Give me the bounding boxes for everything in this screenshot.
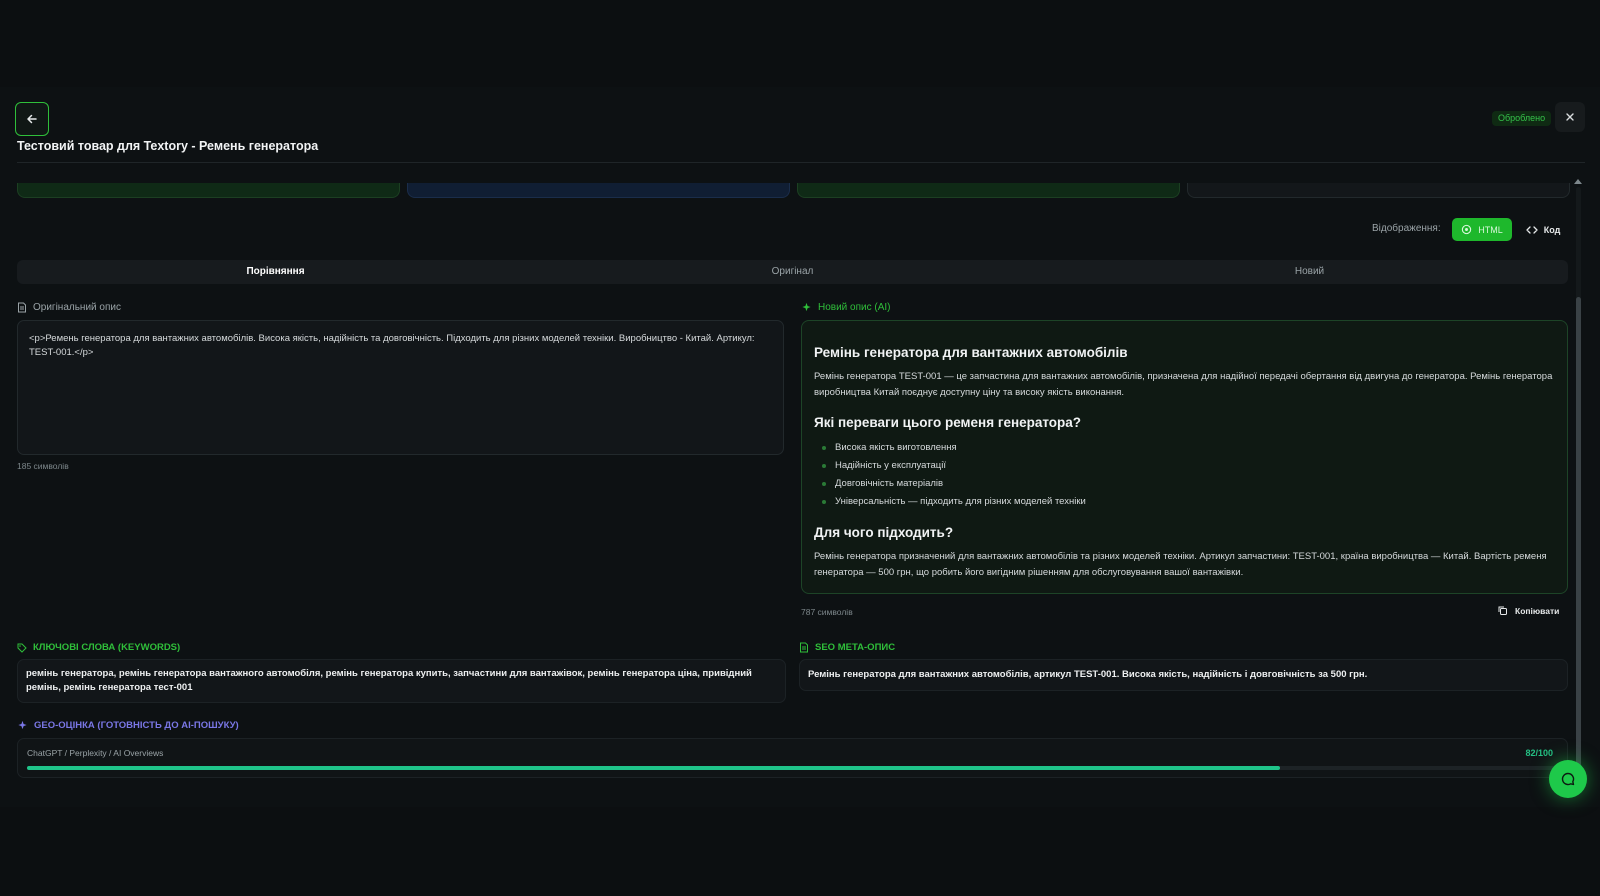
sparkles-icon — [18, 720, 27, 730]
original-description-box: <p>Ремень генератора для вантажних автом… — [17, 320, 784, 455]
code-view-label: Код — [1543, 224, 1561, 235]
stat-card-1 — [17, 183, 400, 198]
geo-progress-fill — [27, 766, 1280, 770]
original-label-text: Оригінальний опис — [33, 302, 121, 313]
close-button[interactable] — [1555, 102, 1585, 132]
scrollbar[interactable] — [1576, 187, 1581, 792]
keywords-section-label: КЛЮЧОВІ СЛОВА (KEYWORDS) — [17, 642, 180, 653]
list-item: Надійність у експлуатації — [822, 457, 1555, 475]
arrow-left-icon — [27, 114, 37, 124]
page-title: Тестовий товар для Textory - Ремень гене… — [17, 139, 319, 153]
new-heading-2: Які переваги цього ременя генератора? — [814, 415, 1082, 430]
copy-button[interactable]: Копіювати — [1497, 605, 1559, 616]
geo-label-text: GEO-ОЦІНКА (ГОТОВНІСТЬ ДО AI-ПОШУКУ) — [34, 720, 239, 731]
code-view-button[interactable]: Код — [1518, 218, 1568, 241]
scrollbar-thumb[interactable] — [1576, 297, 1581, 792]
close-icon — [1566, 113, 1574, 121]
seo-label-text: SEO МЕТА-ОПИС — [815, 642, 896, 653]
document-icon — [18, 302, 26, 313]
document-icon — [800, 642, 808, 653]
code-icon — [1526, 225, 1538, 234]
sparkles-icon — [802, 302, 811, 312]
tab-new[interactable]: Новий — [1051, 260, 1568, 284]
new-description-box: Ремінь генератора для вантажних автомобі… — [801, 320, 1568, 594]
tab-comparison[interactable]: Порівняння — [17, 260, 534, 284]
copy-icon — [1498, 606, 1507, 615]
stat-card-3 — [797, 183, 1180, 198]
new-paragraph-1: Ремінь генератора TEST-001 — це запчасти… — [814, 371, 1553, 398]
new-char-count: 787 символів — [801, 607, 853, 617]
original-section-label: Оригінальний опис — [17, 302, 121, 313]
new-heading-3: Для чого підходить? — [814, 525, 954, 540]
seo-section-label: SEO МЕТА-ОПИС — [799, 642, 895, 653]
chat-icon — [1561, 772, 1575, 786]
product-modal: Тестовий товар для Textory - Ремень гене… — [0, 87, 1600, 807]
keywords-box: ремінь генератора, ремінь генератора ван… — [17, 659, 786, 703]
seo-meta-box: Ремінь генератора для вантажних автомобі… — [799, 659, 1568, 691]
stat-card-4 — [1187, 183, 1570, 198]
new-heading-1: Ремінь генератора для вантажних автомобі… — [814, 345, 1128, 360]
geo-sources: ChatGPT / Perplexity / AI Overviews — [27, 748, 164, 758]
keywords-label-text: КЛЮЧОВІ СЛОВА (KEYWORDS) — [33, 642, 181, 653]
geo-section-label: GEO-ОЦІНКА (ГОТОВНІСТЬ ДО AI-ПОШУКУ) — [17, 720, 239, 731]
geo-score-text: 82/100 — [1525, 748, 1553, 758]
copy-label: Копіювати — [1515, 605, 1560, 616]
chat-button[interactable] — [1549, 760, 1587, 798]
html-view-label: HTML — [1478, 224, 1503, 235]
list-item: Універсальність — підходить для різних м… — [822, 493, 1555, 511]
tag-icon — [17, 643, 27, 653]
original-char-count: 185 символів — [17, 461, 69, 471]
list-item: Довговічність матеріалів — [822, 475, 1555, 493]
geo-progress-track — [27, 766, 1555, 770]
html-view-button[interactable]: HTML — [1452, 218, 1512, 241]
tab-original[interactable]: Оригінал — [534, 260, 1051, 284]
stat-card-2 — [407, 183, 790, 198]
list-item: Висока якість виготовлення — [822, 439, 1555, 457]
view-tabs: Порівняння Оригінал Новий — [17, 260, 1568, 284]
header-divider — [17, 162, 1585, 163]
eye-icon — [1462, 224, 1472, 235]
new-label-text: Новий опис (AI) — [818, 302, 891, 313]
back-button[interactable] — [15, 102, 49, 136]
benefits-list: Висока якість виготовлення Надійність у … — [814, 439, 1555, 511]
geo-score-card: ChatGPT / Perplexity / AI Overviews 82/1… — [17, 738, 1568, 778]
new-section-label: Новий опис (AI) — [801, 302, 891, 313]
scroll-up-arrow[interactable] — [1574, 179, 1582, 184]
new-paragraph-2: Ремінь генератора призначений для вантаж… — [814, 551, 1547, 578]
status-badge: Оброблено — [1492, 111, 1552, 126]
view-mode-label: Відображення: — [1372, 223, 1441, 234]
